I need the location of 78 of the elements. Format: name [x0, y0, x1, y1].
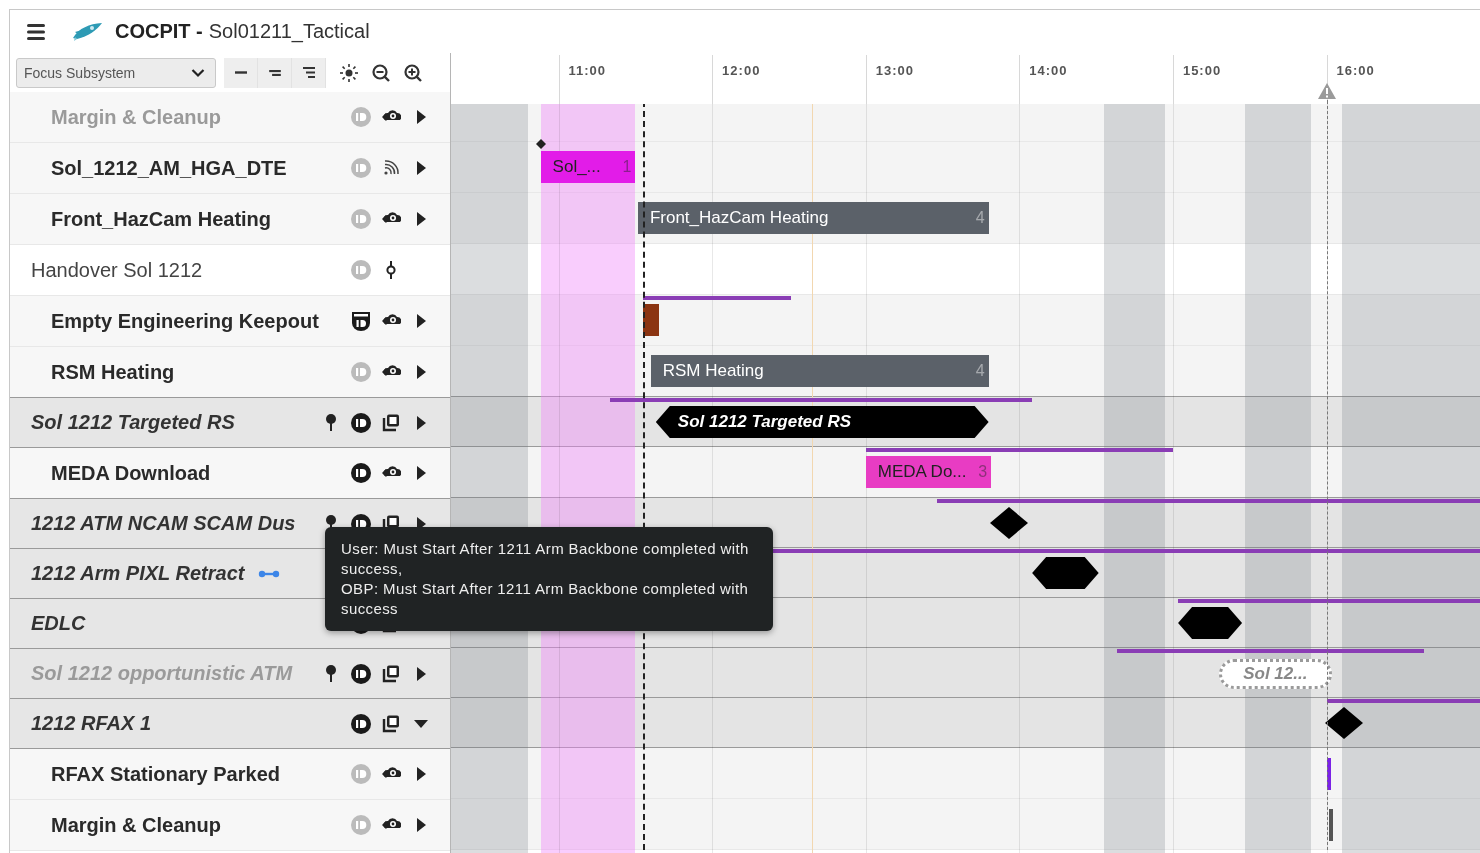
caret-icon[interactable]: [415, 665, 427, 682]
pin-icon[interactable]: [324, 663, 338, 684]
list-row[interactable]: Margin & Cleanup: [10, 800, 450, 851]
time-label: 11:00: [568, 63, 607, 78]
row-label[interactable]: Empty Engineering Keepout: [10, 309, 346, 333]
bar-count: 1: [622, 158, 632, 176]
caret-icon[interactable]: [415, 211, 427, 227]
time-label: 13:00: [875, 63, 914, 78]
density-button[interactable]: [224, 57, 258, 88]
row-label[interactable]: Handover Sol 1212: [10, 258, 346, 282]
lines-icon: [234, 71, 247, 74]
bar-count: 3: [978, 463, 988, 481]
caret-icon[interactable]: [415, 313, 427, 329]
layers-icon: [381, 713, 401, 734]
layers-icon: [381, 412, 401, 433]
time-label: 14:00: [1029, 63, 1068, 78]
lines-icon: [268, 69, 281, 76]
row-label[interactable]: Margin & Cleanup: [10, 813, 346, 837]
menu-icon[interactable]: [27, 22, 45, 41]
row-label[interactable]: 1212 RFAX 1: [10, 712, 346, 735]
zoom-out-icon: [371, 62, 391, 83]
row-label[interactable]: Sol_1212_AM_HGA_DTE: [10, 156, 346, 180]
row-label[interactable]: 1212 ATM NCAM SCAM Dus: [10, 512, 316, 535]
row-label[interactable]: RSM Heating: [10, 360, 346, 384]
pin-icon[interactable]: [324, 412, 338, 433]
list-row[interactable]: 1212 RFAX 1: [10, 698, 450, 749]
group-bar[interactable]: Sol 1212 Targeted RS: [655, 406, 989, 438]
tooltip: User: Must Start After 1211 Arm Backbone completed with success, OBP: Must Start After 1211 Arm Backbone completed with success: [325, 527, 773, 631]
bar-label: Sol_...: [552, 157, 601, 177]
time-label: 16:00: [1336, 63, 1375, 78]
milestone-marker: [535, 139, 546, 149]
caret-icon[interactable]: [415, 109, 427, 125]
list-row[interactable]: MEDA Download: [10, 448, 450, 499]
caret-icon[interactable]: [413, 717, 429, 730]
document-title: Sol01211_Tactical: [208, 20, 370, 43]
activity-bar[interactable]: Sol_... 1: [540, 151, 636, 183]
bar-label: RSM Heating: [662, 361, 764, 381]
activity-bar[interactable]: MEDA Do... 3: [865, 456, 992, 488]
list-row[interactable]: RSM Heating: [10, 347, 450, 398]
subsystem-dropdown[interactable]: Focus Subsystem: [16, 57, 216, 88]
caret-icon[interactable]: [415, 465, 427, 481]
row-label[interactable]: Sol 1212 Targeted RS: [10, 411, 316, 434]
activity-tick[interactable]: [1329, 809, 1334, 841]
logo-icon: [71, 21, 103, 42]
bar-count: 4: [975, 362, 985, 380]
link-icon[interactable]: [258, 568, 280, 579]
list-row[interactable]: Empty Engineering Keepout: [10, 296, 450, 347]
caret-icon[interactable]: [415, 414, 427, 431]
list-row[interactable]: RFAX Stationary Parked: [10, 749, 450, 800]
time-label: 12:00: [722, 63, 761, 78]
diamond-marker[interactable]: [990, 507, 1029, 539]
row-label[interactable]: Front_HazCam Heating: [10, 207, 346, 231]
caret-icon[interactable]: [415, 364, 427, 380]
bar-label: MEDA Do...: [877, 462, 967, 482]
row-label[interactable]: MEDA Download: [10, 461, 346, 485]
zoom-in-icon: [403, 62, 423, 83]
tentative-bar[interactable]: Sol 12...: [1219, 659, 1332, 689]
caret-icon[interactable]: [415, 817, 427, 833]
chevron-icon: [191, 67, 205, 78]
row-label[interactable]: 1212 Arm PIXL Retract: [10, 562, 254, 585]
diamond-marker[interactable]: [1325, 707, 1364, 739]
app-name: COCPIT -: [115, 20, 203, 43]
caret-icon[interactable]: [415, 766, 427, 782]
list-row[interactable]: Front_HazCam Heating: [10, 194, 450, 245]
row-label[interactable]: RFAX Stationary Parked: [10, 762, 346, 786]
sun-icon: [339, 62, 359, 83]
layers-icon: [381, 663, 401, 684]
list-row[interactable]: Sol_1212_AM_HGA_DTE: [10, 143, 450, 194]
activity-bar[interactable]: RSM Heating 4: [650, 355, 989, 387]
bar-count: 4: [975, 209, 985, 227]
activity-tick[interactable]: [1326, 758, 1331, 790]
list-row[interactable]: Sol 1212 Targeted RS: [10, 397, 450, 448]
caret-icon[interactable]: [415, 160, 427, 176]
activity-bar[interactable]: Front_HazCam Heating 4: [637, 202, 989, 234]
time-label: 15:00: [1182, 63, 1222, 78]
lines-icon: [302, 67, 315, 78]
warning-icon: [1316, 82, 1337, 100]
bar-label: Front_HazCam Heating: [649, 208, 829, 228]
